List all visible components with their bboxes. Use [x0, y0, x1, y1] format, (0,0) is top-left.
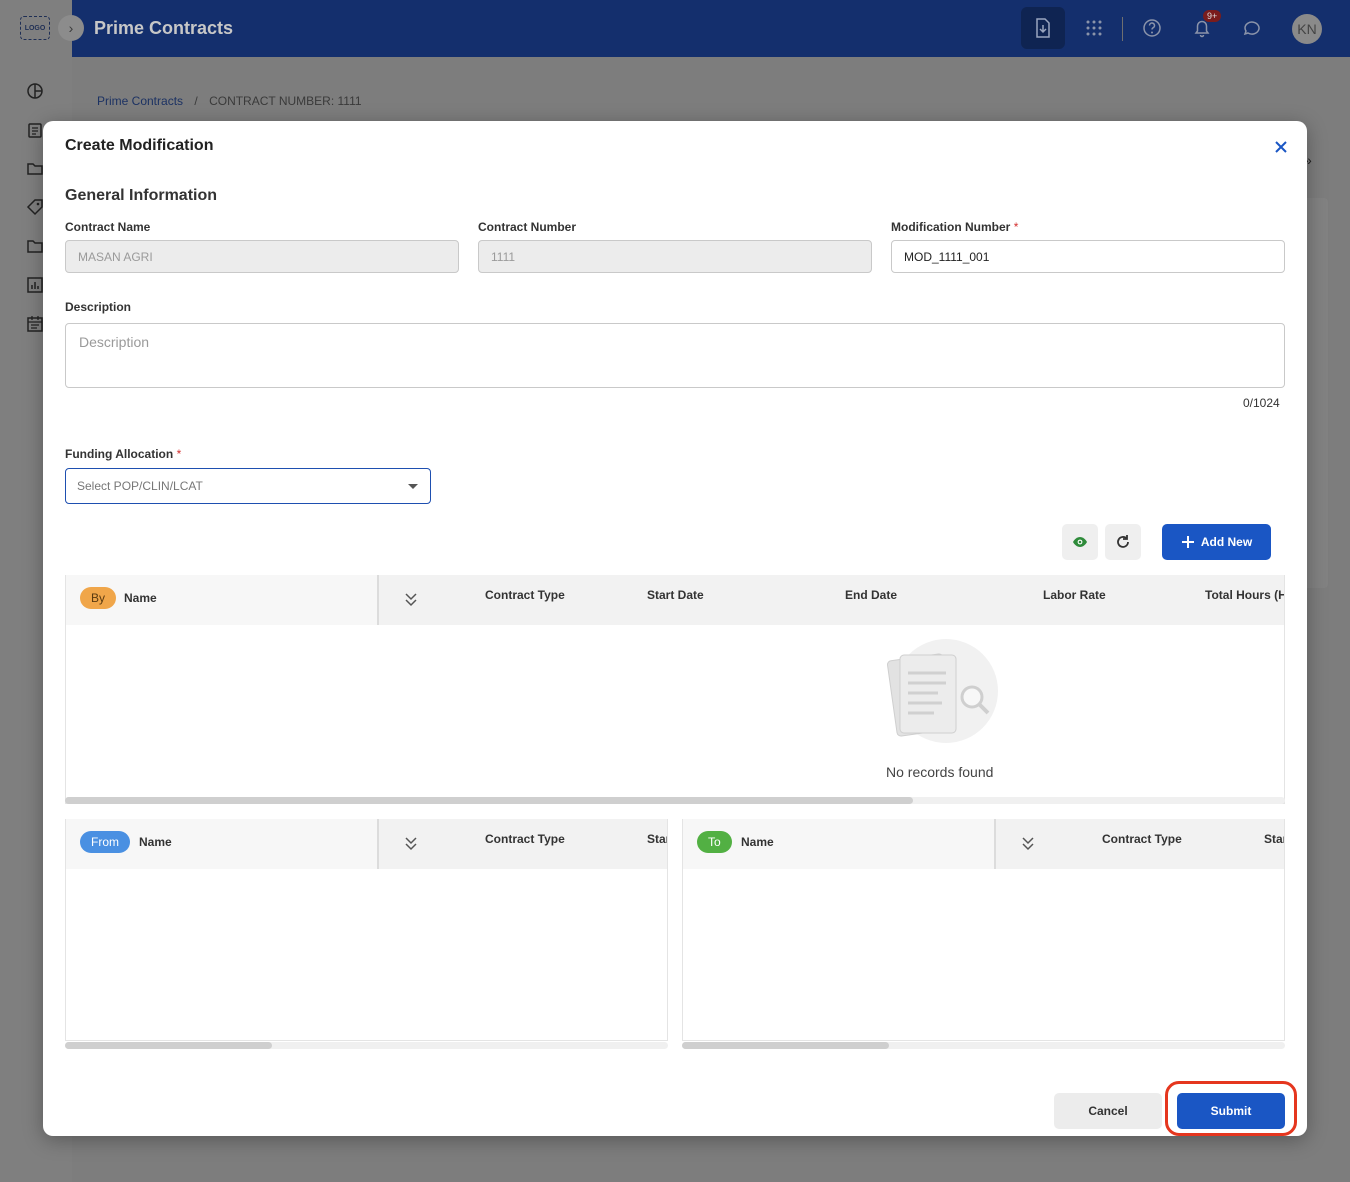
cancel-button[interactable]: Cancel [1054, 1093, 1162, 1129]
no-records-text: No records found [886, 764, 994, 780]
table-header: From Name Contract Type Star [66, 819, 667, 869]
section-title-general-information: General Information [65, 187, 218, 204]
eye-icon [1073, 537, 1087, 547]
horizontal-scrollbar[interactable] [682, 1042, 1285, 1049]
to-chip: To [697, 831, 732, 853]
add-new-label: Add New [1200, 535, 1253, 549]
funding-allocation-select[interactable]: Select POP/CLIN/LCAT [65, 468, 431, 504]
table-header: To Name Contract Type Star [683, 819, 1284, 869]
folder-icon[interactable] [26, 237, 44, 255]
scrollbar-thumb[interactable] [65, 797, 913, 804]
clipboard-icon[interactable] [26, 121, 44, 139]
column-header-start-date[interactable]: Start Date [647, 588, 704, 602]
breadcrumb-separator: / [194, 94, 198, 108]
refresh-icon [1117, 535, 1129, 548]
caret-down-icon [408, 484, 418, 489]
add-new-button[interactable]: Add New [1162, 524, 1271, 560]
column-header-labor-rate[interactable]: Labor Rate [1043, 588, 1106, 602]
column-header-total-hours[interactable]: Total Hours (H [1205, 588, 1284, 602]
column-header-start-date[interactable]: Star [647, 832, 667, 846]
breadcrumb-link-prime-contracts[interactable]: Prime Contracts [97, 94, 183, 108]
plus-icon [1181, 536, 1194, 548]
notification-badge: 9+ [1203, 10, 1222, 22]
description-textarea[interactable]: Description [65, 323, 1285, 388]
help-icon[interactable] [1137, 13, 1167, 43]
scrollbar-thumb[interactable] [682, 1042, 889, 1049]
pinned-header: By Name [66, 575, 379, 625]
pinned-header: To Name [683, 819, 996, 869]
refresh-button[interactable] [1105, 524, 1141, 560]
funding-allocation-label: Funding Allocation * [65, 447, 181, 461]
required-mark: * [1013, 220, 1019, 234]
description-label: Description [65, 300, 132, 314]
folder-open-icon[interactable] [26, 159, 44, 177]
horizontal-scrollbar[interactable] [65, 797, 1285, 804]
name-column-header[interactable]: Name [124, 591, 157, 605]
by-chip: By [80, 587, 117, 609]
modification-number-label-text: Modification Number [891, 220, 1011, 234]
modal-title: Create Modification [65, 137, 214, 154]
chevron-double-down-icon[interactable] [404, 591, 418, 607]
app-logo: LOGO [20, 16, 50, 40]
chevron-double-down-icon[interactable] [1021, 835, 1035, 851]
create-modification-modal: Create Modification General Information … [43, 121, 1307, 1136]
name-column-header[interactable]: Name [741, 835, 774, 849]
by-allocation-table: By Name Contract Type Start Date End Dat… [65, 575, 1285, 804]
from-allocation-table: From Name Contract Type Star [65, 819, 668, 1041]
submit-button[interactable]: Submit [1177, 1093, 1285, 1129]
column-header-contract-type[interactable]: Contract Type [485, 832, 565, 846]
contract-number-field: 1111 [478, 240, 872, 273]
contract-name-field: MASAN AGRI [65, 240, 459, 273]
horizontal-scrollbar[interactable] [65, 1042, 668, 1049]
contract-name-label: Contract Name [65, 220, 151, 234]
apps-grid-icon[interactable] [1079, 13, 1109, 43]
scrollbar-thumb[interactable] [65, 1042, 272, 1049]
close-icon[interactable] [1271, 137, 1291, 157]
column-header-contract-type[interactable]: Contract Type [485, 588, 565, 602]
column-header-start-date[interactable]: Star [1264, 832, 1284, 846]
tag-icon[interactable] [26, 198, 44, 216]
required-mark: * [176, 447, 182, 461]
breadcrumb-current: CONTRACT NUMBER: 1111 [209, 94, 362, 108]
column-header-end-date[interactable]: End Date [845, 588, 897, 602]
avatar[interactable]: KN [1292, 14, 1322, 44]
chat-icon[interactable] [1237, 13, 1267, 43]
dashboard-icon[interactable] [26, 82, 44, 100]
chevron-double-down-icon[interactable] [404, 835, 418, 851]
funding-allocation-label-text: Funding Allocation [65, 447, 174, 461]
contract-number-label: Contract Number [478, 220, 577, 234]
table-header: By Name Contract Type Start Date End Dat… [66, 575, 1284, 625]
column-header-contract-type[interactable]: Contract Type [1102, 832, 1182, 846]
app-title: Prime Contracts [94, 18, 234, 38]
view-button[interactable] [1062, 524, 1098, 560]
pinned-header: From Name [66, 819, 379, 869]
expand-sidebar-button[interactable]: › [58, 15, 84, 41]
description-char-counter: 0/1024 [1243, 396, 1280, 410]
topbar-divider [1122, 17, 1123, 41]
funding-allocation-placeholder: Select POP/CLIN/LCAT [77, 479, 203, 493]
to-allocation-table: To Name Contract Type Star [682, 819, 1285, 1041]
reports-icon[interactable] [26, 276, 44, 294]
breadcrumb: Prime Contracts / CONTRACT NUMBER: 1111 [97, 94, 362, 108]
modification-number-input[interactable]: MOD_1111_001 [891, 240, 1285, 273]
modification-number-label: Modification Number * [891, 220, 1018, 234]
calendar-icon[interactable] [26, 315, 44, 333]
no-records-illustration [887, 639, 998, 743]
from-chip: From [80, 831, 130, 853]
download-doc-icon [1036, 18, 1050, 38]
name-column-header[interactable]: Name [139, 835, 172, 849]
